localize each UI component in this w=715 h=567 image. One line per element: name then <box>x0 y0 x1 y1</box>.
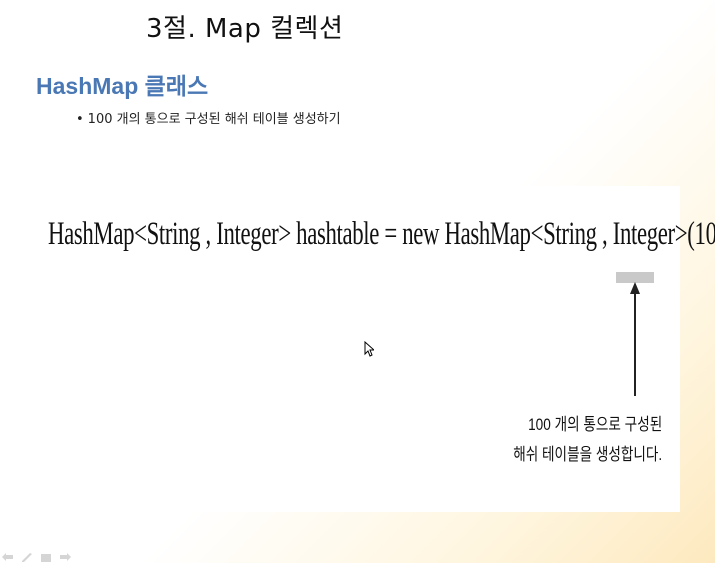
figure-caption: 100 개의 통으로 구성된 해쉬 테이블을 생성합니다. <box>513 410 662 470</box>
caption-line-2: 해쉬 테이블을 생성합니다. <box>513 445 662 464</box>
figure-panel: HashMap<String , Integer> hashtable = ne… <box>36 186 715 512</box>
mouse-pointer-icon <box>364 340 376 361</box>
bullet-dot: • <box>76 112 84 127</box>
next-arrow-icon[interactable] <box>59 548 71 561</box>
prev-arrow-icon[interactable] <box>2 548 14 561</box>
bullet-text: 100 개의 통으로 구성된 해쉬 테이블 생성하기 <box>87 112 341 127</box>
pen-icon[interactable] <box>21 548 33 562</box>
code-statement: HashMap<String , Integer> hashtable = ne… <box>48 216 715 252</box>
slide-title: 3절. Map 컬렉션 <box>146 14 344 44</box>
pointer-arrow <box>634 290 636 396</box>
menu-icon[interactable] <box>40 548 52 562</box>
caption-line-1: 100 개의 통으로 구성된 <box>527 415 662 434</box>
section-heading: HashMap 클래스 <box>36 73 209 99</box>
bullet-item: • 100 개의 통으로 구성된 해쉬 테이블 생성하기 <box>76 108 341 127</box>
slide-toolbar <box>2 548 71 562</box>
